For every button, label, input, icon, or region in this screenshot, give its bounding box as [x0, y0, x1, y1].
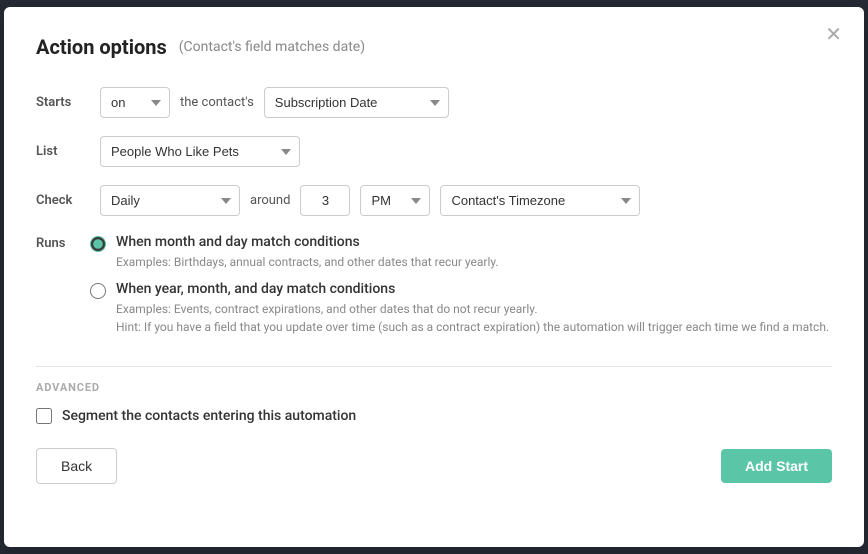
starts-on-select[interactable]: on before after	[100, 87, 170, 118]
runs-label: Runs	[36, 236, 90, 251]
starts-label: Starts	[36, 95, 90, 110]
close-button[interactable]: ✕	[825, 25, 842, 45]
the-contacts-text: the contact's	[180, 95, 254, 110]
segment-checkbox-label: Segment the contacts entering this autom…	[62, 408, 356, 424]
field-select[interactable]: Subscription Date Birthday Anniversary C…	[264, 87, 449, 118]
back-button[interactable]: Back	[36, 448, 117, 484]
modal-footer: Back Add Start	[36, 448, 832, 484]
around-text: around	[250, 193, 290, 208]
advanced-label: ADVANCED	[36, 381, 832, 394]
modal-title: Action options	[36, 35, 167, 59]
runs-option1-radio[interactable]	[90, 236, 106, 252]
runs-option2-desc: Examples: Events, contract expirations, …	[116, 300, 829, 336]
modal-subtitle: (Contact's field matches date)	[179, 39, 365, 55]
list-select[interactable]: People Who Like Pets All Contacts Newsle…	[100, 136, 300, 167]
check-row: Check Daily Weekly Monthly around AM PM …	[36, 185, 832, 216]
action-options-modal: Action options (Contact's field matches …	[4, 7, 864, 547]
runs-option1-desc: Examples: Birthdays, annual contracts, a…	[116, 253, 499, 271]
runs-row: Runs When month and day match conditions…	[36, 234, 832, 348]
runs-option1-label: When month and day match conditions	[116, 234, 499, 250]
timezone-select[interactable]: Contact's Timezone UTC EST PST	[440, 185, 640, 216]
segment-checkbox-row: Segment the contacts entering this autom…	[36, 408, 832, 424]
frequency-select[interactable]: Daily Weekly Monthly	[100, 185, 240, 216]
check-label: Check	[36, 193, 90, 208]
runs-option2-radio[interactable]	[90, 283, 106, 299]
add-start-button[interactable]: Add Start	[721, 449, 832, 483]
list-row: List People Who Like Pets All Contacts N…	[36, 136, 832, 167]
modal-header: Action options (Contact's field matches …	[36, 35, 832, 59]
runs-option2-label: When year, month, and day match conditio…	[116, 281, 829, 297]
time-input[interactable]	[300, 185, 350, 216]
starts-row: Starts on before after the contact's Sub…	[36, 87, 832, 118]
runs-option2: When year, month, and day match conditio…	[90, 281, 832, 336]
list-label: List	[36, 144, 90, 159]
runs-option1: When month and day match conditions Exam…	[90, 234, 832, 271]
segment-checkbox[interactable]	[36, 408, 52, 424]
ampm-select[interactable]: AM PM	[360, 185, 430, 216]
advanced-divider	[36, 366, 832, 367]
